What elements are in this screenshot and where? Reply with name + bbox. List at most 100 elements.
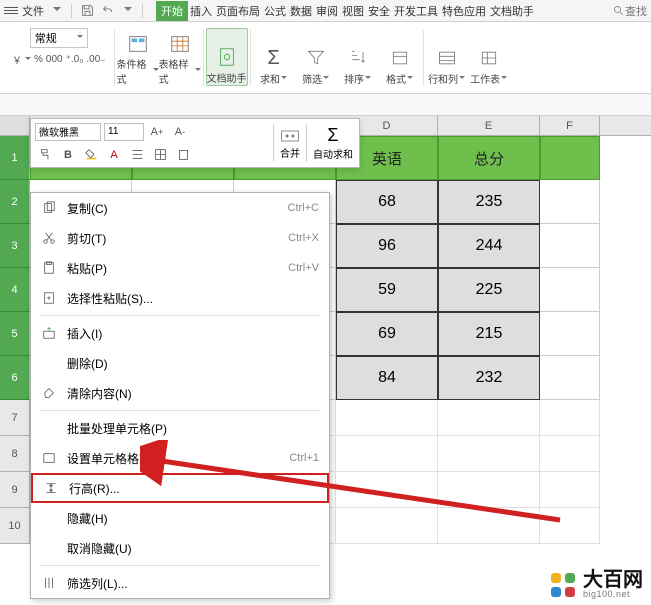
ctx-delete[interactable]: 删除(D): [31, 348, 329, 378]
tab-start[interactable]: 开始: [156, 1, 188, 21]
cell-total-header[interactable]: 总分: [438, 136, 540, 180]
ctx-insert[interactable]: 插入(I): [31, 318, 329, 348]
ctx-separator: [39, 565, 321, 566]
table-style-button[interactable]: 表格样式: [159, 28, 201, 86]
tab-security[interactable]: 安全: [366, 1, 392, 21]
row-header-5[interactable]: 5: [0, 312, 30, 356]
font-size-select[interactable]: 11: [104, 123, 144, 141]
grow-font-button[interactable]: A+: [147, 123, 167, 141]
ctx-hide[interactable]: 隐藏(H): [31, 503, 329, 533]
row-header-6[interactable]: 6: [0, 356, 30, 400]
row-header-10[interactable]: 10: [0, 508, 30, 544]
ctx-unhide[interactable]: 取消隐藏(U): [31, 533, 329, 563]
ctx-batch[interactable]: 批量处理单元格(P): [31, 413, 329, 443]
menu-icon[interactable]: [4, 7, 18, 14]
clear-icon: [39, 386, 59, 400]
formula-bar[interactable]: [0, 94, 651, 116]
ribbon-tabs: 开始 插入 页面布局 公式 数据 审阅 视图 安全 开发工具 特色应用 文档助手: [156, 1, 536, 21]
decrease-decimal-button[interactable]: .00₋: [86, 54, 105, 65]
font-select[interactable]: 微软雅黑: [35, 123, 101, 141]
tab-doc-helper[interactable]: 文档助手: [488, 1, 536, 21]
ctx-cut[interactable]: 剪切(T) Ctrl+X: [31, 223, 329, 253]
cell-E2[interactable]: 235: [438, 180, 540, 224]
save-icon[interactable]: [77, 4, 98, 17]
cell-E3[interactable]: 244: [438, 224, 540, 268]
cell-D4[interactable]: 59: [336, 268, 438, 312]
ctx-copy[interactable]: 复制(C) Ctrl+C: [31, 193, 329, 223]
increase-decimal-button[interactable]: ⁺.0₀: [66, 54, 84, 65]
sum-button[interactable]: Σ 求和: [253, 28, 295, 86]
percent-button[interactable]: %: [34, 54, 43, 65]
file-menu[interactable]: 文件: [22, 3, 44, 19]
cell-E4[interactable]: 225: [438, 268, 540, 312]
worksheet-button[interactable]: 工作表: [468, 28, 510, 86]
number-format-select[interactable]: 常规: [30, 28, 88, 48]
borders-button[interactable]: [150, 146, 170, 164]
cell-D6[interactable]: 84: [336, 356, 438, 400]
ctx-row-height-label: 行高(R)...: [69, 480, 317, 497]
chevron-down-icon[interactable]: [25, 57, 31, 63]
sort-button[interactable]: 排序: [337, 28, 379, 86]
sum-icon: Σ: [262, 46, 286, 70]
format-button[interactable]: 格式: [379, 28, 421, 86]
row-col-button[interactable]: 行和列: [426, 28, 468, 86]
row-header-7[interactable]: 7: [0, 400, 30, 436]
cell-D5[interactable]: 69: [336, 312, 438, 356]
tab-page-layout[interactable]: 页面布局: [214, 1, 262, 21]
currency-button[interactable]: ￥: [12, 52, 22, 67]
format-painter-icon[interactable]: [35, 146, 55, 164]
cell-empty[interactable]: [540, 136, 600, 180]
row-height-icon: [41, 481, 61, 495]
row-header-9[interactable]: 9: [0, 472, 30, 508]
shrink-font-button[interactable]: A-: [170, 123, 190, 141]
select-all-corner[interactable]: [0, 116, 30, 135]
tab-insert[interactable]: 插入: [188, 1, 214, 21]
format-label: 格式: [386, 71, 406, 86]
cell-E5[interactable]: 215: [438, 312, 540, 356]
cell-D3[interactable]: 96: [336, 224, 438, 268]
copy-icon: [39, 201, 59, 215]
auto-sum-button[interactable]: Σ 自动求和: [313, 125, 353, 161]
cell-E6[interactable]: 232: [438, 356, 540, 400]
tab-data[interactable]: 数据: [288, 1, 314, 21]
col-header-F[interactable]: F: [540, 116, 600, 135]
ribbon-separator: [423, 30, 424, 86]
tab-dev-tools[interactable]: 开发工具: [392, 1, 440, 21]
ctx-filter-col[interactable]: 筛选列(L)...: [31, 568, 329, 598]
file-dropdown-icon[interactable]: [53, 7, 61, 15]
undo-dropdown-icon[interactable]: [124, 7, 132, 15]
thousand-sep-button[interactable]: 000: [46, 54, 63, 65]
row-header-2[interactable]: 2: [0, 180, 30, 224]
fill-color-button[interactable]: [81, 146, 101, 164]
conditional-format-button[interactable]: 条件格式: [117, 28, 159, 86]
align-button[interactable]: [127, 146, 147, 164]
col-header-E[interactable]: E: [438, 116, 540, 135]
ctx-paste[interactable]: 粘贴(P) Ctrl+V: [31, 253, 329, 283]
filter-button[interactable]: 筛选: [295, 28, 337, 86]
tab-review[interactable]: 审阅: [314, 1, 340, 21]
row-header-1[interactable]: 1: [0, 136, 30, 180]
cell-D2[interactable]: 68: [336, 180, 438, 224]
row-col-icon: [435, 46, 459, 70]
undo-icon[interactable]: [98, 4, 119, 17]
tab-formulas[interactable]: 公式: [262, 1, 288, 21]
ctx-clear[interactable]: 清除内容(N): [31, 378, 329, 408]
bold-button[interactable]: B: [58, 146, 78, 164]
tab-view[interactable]: 视图: [340, 1, 366, 21]
row-header-3[interactable]: 3: [0, 224, 30, 268]
doc-helper-button[interactable]: 文档助手: [206, 28, 248, 86]
ctx-cell-format[interactable]: 设置单元格格式(F)... Ctrl+1: [31, 443, 329, 473]
ctx-separator: [39, 410, 321, 411]
merge-button[interactable]: 合并: [280, 127, 300, 160]
row-header-8[interactable]: 8: [0, 436, 30, 472]
font-color-button[interactable]: A: [104, 146, 124, 164]
paste-button[interactable]: [173, 146, 193, 164]
tab-special[interactable]: 特色应用: [440, 1, 488, 21]
ctx-paste-special[interactable]: 选择性粘贴(S)...: [31, 283, 329, 313]
chevron-down-icon: [77, 35, 83, 41]
search-box[interactable]: 查找: [613, 3, 647, 19]
row-header-4[interactable]: 4: [0, 268, 30, 312]
ctx-row-height[interactable]: 行高(R)...: [31, 473, 329, 503]
sum-label: 求和: [260, 71, 280, 86]
doc-helper-label: 文档助手: [207, 70, 247, 85]
